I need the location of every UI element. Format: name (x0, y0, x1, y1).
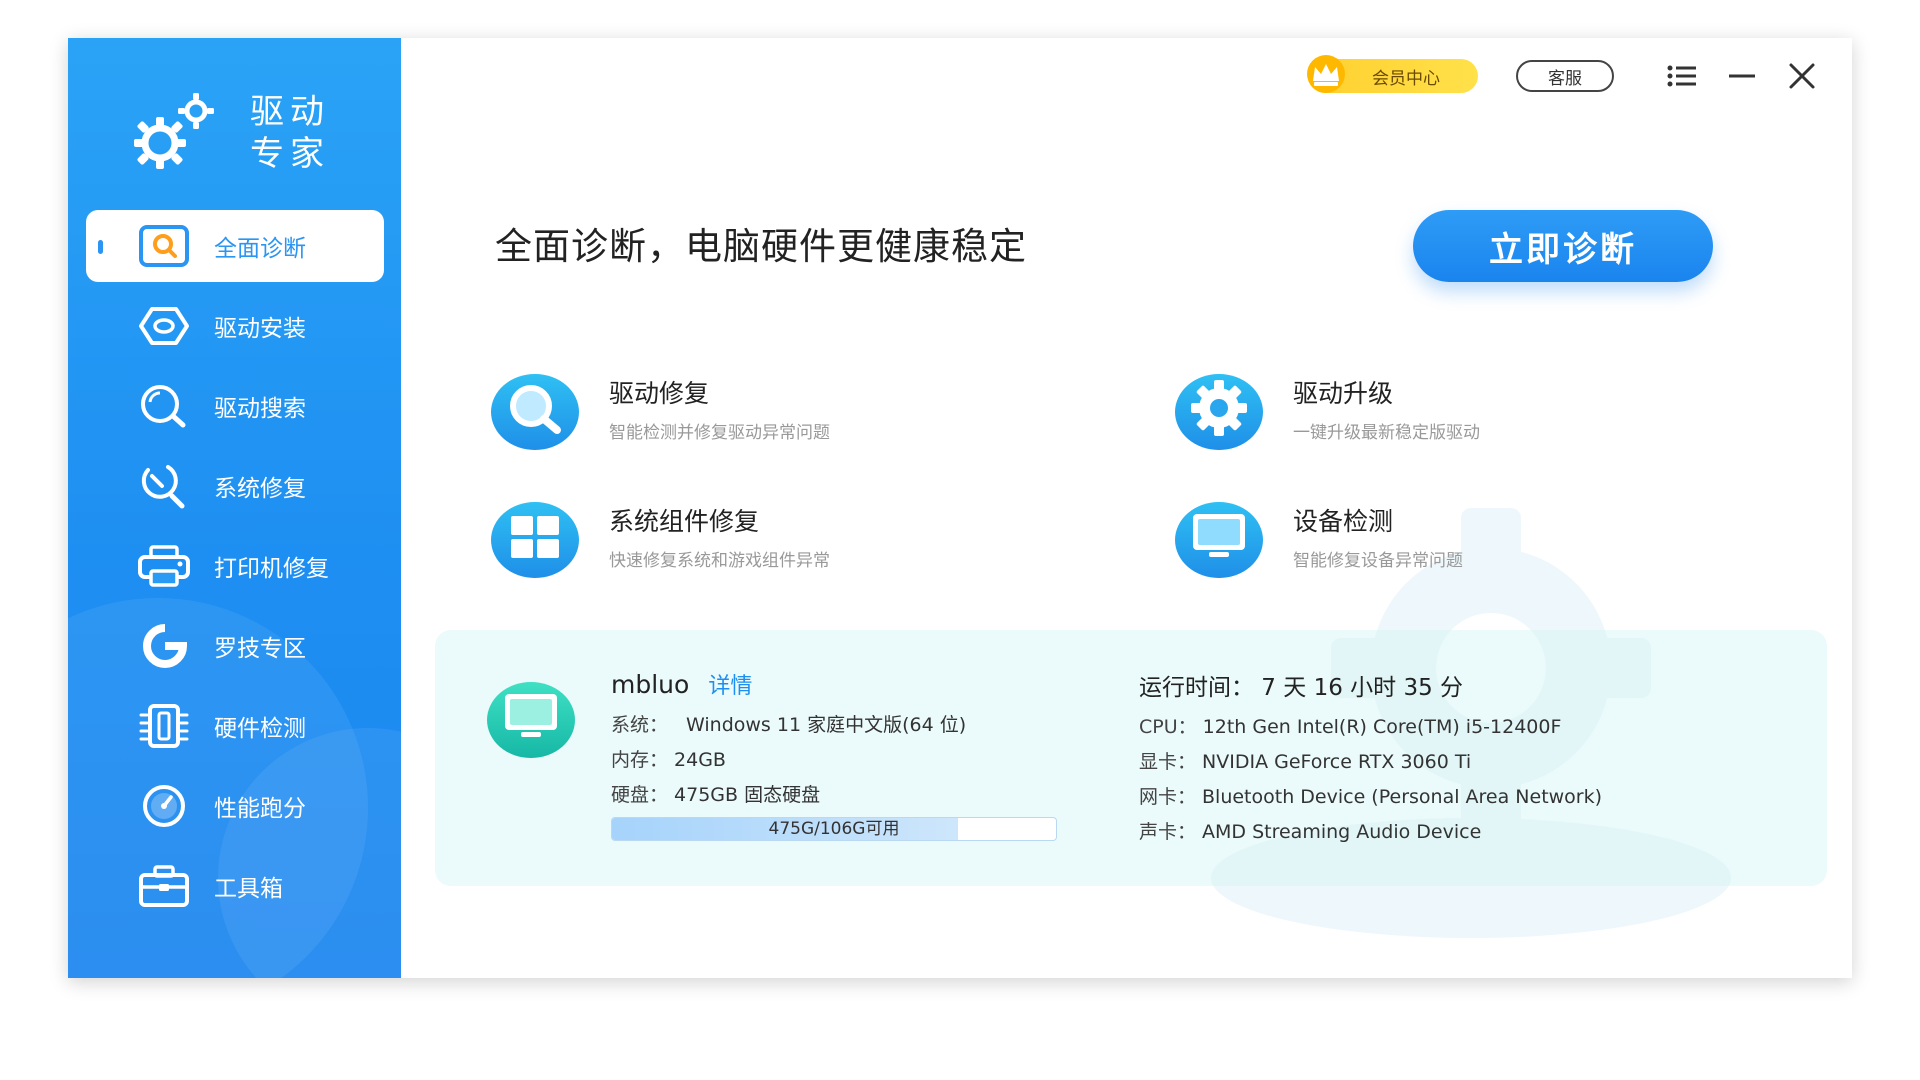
ram-label: 内存： (611, 749, 669, 771)
gpu-row: 显卡： NVIDIA GeForce RTX 3060 Ti (1139, 747, 1602, 773)
gauge-icon (136, 778, 192, 834)
toolbox-icon (136, 858, 192, 914)
diagnose-now-button[interactable]: 立即诊断 (1413, 210, 1713, 282)
logitech-icon (136, 618, 192, 674)
gears-logo-icon (134, 93, 214, 169)
sidebar: 驱动 专家 全面诊断 驱动安装 驱动搜索 系统修复 打印机修复 罗技专区 硬件检… (68, 38, 401, 978)
feature-title: 设备检测 (1293, 506, 1394, 536)
feature-description: 智能检测并修复驱动异常问题 (609, 422, 830, 443)
main-panel: 会员中心 客服 全面诊断，电脑硬件更健康稳定 立即诊断 驱动修复 智能检测并修复… (401, 38, 1852, 978)
sidebar-item-label: 工具箱 (214, 876, 283, 902)
app-window: 驱动 专家 全面诊断 驱动安装 驱动搜索 系统修复 打印机修复 罗技专区 硬件检… (68, 38, 1852, 978)
wrench-icon (136, 458, 192, 514)
title-bar-controls: 会员中心 客服 (1307, 55, 1822, 96)
feature-title: 系统组件修复 (609, 506, 760, 536)
sidebar-item-printer-repair[interactable]: 打印机修复 (86, 530, 384, 602)
disk-value: 475GB 固态硬盘 (674, 784, 821, 806)
feature-device-check[interactable]: 设备检测 智能修复设备异常问题 (1173, 490, 1463, 582)
app-title-line1: 驱动 (250, 92, 330, 132)
uptime: 运行时间： 7 天 16 小时 35 分 (1139, 675, 1464, 701)
gpu-label: 显卡： (1139, 751, 1197, 773)
os-row: 系统： Windows 11 家庭中文版(64 位) (611, 710, 1057, 736)
feature-driver-repair[interactable]: 驱动修复 智能检测并修复驱动异常问题 (489, 362, 830, 454)
page-title: 全面诊断，电脑硬件更健康稳定 (495, 225, 1027, 268)
sidebar-item-label: 性能跑分 (214, 796, 306, 822)
magnifier-icon (491, 374, 579, 450)
system-info-left: mbluo 详情 系统： Windows 11 家庭中文版(64 位) 内存： 24… (611, 668, 1057, 841)
cpu-label: CPU： (1139, 716, 1197, 738)
audio-row: 声卡： AMD Streaming Audio Device (1139, 817, 1602, 843)
monitor-icon (1175, 502, 1263, 578)
search-icon (136, 218, 192, 274)
app-title-line2: 专家 (250, 134, 330, 174)
cpu-row: CPU： 12th Gen Intel(R) Core(TM) i5-12400F (1139, 712, 1602, 738)
app-logo: 驱动 专家 (128, 78, 368, 188)
audio-label: 声卡： (1139, 821, 1197, 843)
sidebar-item-label: 驱动搜索 (214, 396, 306, 422)
sidebar-item-driver-search[interactable]: 驱动搜索 (86, 370, 384, 442)
menu-icon[interactable] (1662, 56, 1702, 96)
gear-icon (1175, 374, 1263, 450)
nic-row: 网卡： Bluetooth Device (Personal Area Netwo… (1139, 782, 1603, 808)
nic-value: Bluetooth Device (Personal Area Network) (1202, 786, 1603, 808)
driver-install-icon (136, 298, 192, 354)
sidebar-item-toolbox[interactable]: 工具箱 (86, 850, 384, 922)
feature-title: 驱动升级 (1293, 378, 1394, 408)
sidebar-item-label: 驱动安装 (214, 316, 306, 342)
disk-usage-bar: 475G/106G可用 (611, 817, 1057, 841)
sidebar-item-driver-install[interactable]: 驱动安装 (86, 290, 384, 362)
system-info-card: mbluo 详情 系统： Windows 11 家庭中文版(64 位) 内存： 24… (435, 630, 1827, 886)
feature-title: 驱动修复 (609, 378, 710, 408)
hardware-icon (136, 698, 192, 754)
feature-description: 快速修复系统和游戏组件异常 (609, 550, 830, 571)
sidebar-item-label: 硬件检测 (214, 716, 306, 742)
os-label: 系统： (611, 714, 669, 736)
feature-description: 一键升级最新稳定版驱动 (1293, 422, 1480, 443)
driver-search-icon (136, 378, 192, 434)
feature-system-component-repair[interactable]: 系统组件修复 快速修复系统和游戏组件异常 (489, 490, 830, 582)
computer-icon (487, 682, 575, 758)
username: mbluo (611, 670, 690, 699)
disk-label: 硬盘： (611, 784, 669, 806)
ram-row: 内存： 24GB (611, 745, 1057, 771)
sidebar-item-logitech[interactable]: 罗技专区 (86, 610, 384, 682)
os-value: Windows 11 家庭中文版(64 位) (686, 714, 967, 736)
details-link[interactable]: 详情 (708, 674, 752, 699)
sidebar-nav: 全面诊断 驱动安装 驱动搜索 系统修复 打印机修复 罗技专区 硬件检测 性能跑分… (86, 210, 384, 930)
sidebar-item-full-diagnosis[interactable]: 全面诊断 (86, 210, 384, 282)
feature-driver-upgrade[interactable]: 驱动升级 一键升级最新稳定版驱动 (1173, 362, 1480, 454)
sidebar-item-system-repair[interactable]: 系统修复 (86, 450, 384, 522)
system-info-right: 运行时间： 7 天 16 小时 35 分 CPU： 12th Gen Intel(… (1139, 668, 1603, 843)
active-marker (98, 240, 103, 254)
close-icon[interactable] (1782, 56, 1822, 96)
printer-icon (136, 538, 192, 594)
minimize-icon[interactable] (1722, 56, 1762, 96)
sidebar-item-label: 打印机修复 (214, 556, 329, 582)
nic-label: 网卡： (1139, 786, 1197, 808)
ram-value: 24GB (674, 749, 726, 771)
sidebar-item-label: 系统修复 (214, 476, 306, 502)
sidebar-item-label: 罗技专区 (214, 636, 306, 662)
crown-icon (1307, 55, 1345, 93)
sidebar-item-benchmark[interactable]: 性能跑分 (86, 770, 384, 842)
vip-center-label: 会员中心 (1372, 68, 1440, 89)
disk-usage-text: 475G/106G可用 (768, 819, 900, 839)
vip-center-button[interactable]: 会员中心 (1307, 55, 1478, 93)
windows-icon (491, 502, 579, 578)
app-title: 驱动 专家 (250, 91, 330, 175)
sidebar-item-hardware-check[interactable]: 硬件检测 (86, 690, 384, 762)
cpu-value: 12th Gen Intel(R) Core(TM) i5-12400F (1202, 716, 1562, 738)
audio-value: AMD Streaming Audio Device (1202, 821, 1482, 843)
customer-service-button[interactable]: 客服 (1516, 60, 1614, 92)
disk-row: 硬盘： 475GB 固态硬盘 (611, 780, 1057, 806)
feature-description: 智能修复设备异常问题 (1293, 550, 1463, 571)
sidebar-item-label: 全面诊断 (214, 236, 306, 262)
gpu-value: NVIDIA GeForce RTX 3060 Ti (1202, 751, 1472, 773)
